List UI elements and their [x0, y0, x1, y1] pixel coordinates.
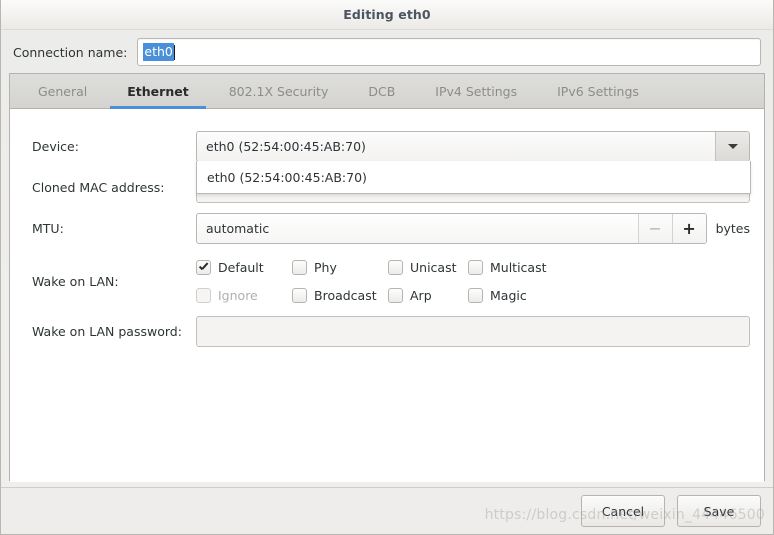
checkbox-default[interactable]: Default [196, 259, 292, 275]
checkbox-multicast[interactable]: Multicast [468, 259, 578, 275]
wol-password-input[interactable] [196, 316, 750, 347]
cancel-button[interactable]: Cancel [581, 495, 665, 527]
mtu-field: automatic − + bytes [196, 213, 750, 244]
checkbox-unicast[interactable]: Unicast [388, 259, 468, 275]
checkbox-unchecked-icon [388, 287, 403, 303]
checkbox-ignore: Ignore [196, 287, 292, 303]
checkbox-phy-label: Phy [314, 259, 337, 275]
mtu-decrement-button[interactable]: − [637, 214, 672, 243]
tab-ethernet[interactable]: Ethernet [107, 74, 208, 109]
wol-password-label: Wake on LAN password: [32, 324, 182, 339]
checkbox-default-label: Default [218, 259, 264, 275]
connection-name-row: Connection name: eth0 [1, 30, 773, 73]
title-bar: Editing eth0 [1, 0, 773, 30]
checkbox-unicast-label: Unicast [410, 259, 457, 275]
checkbox-unchecked-icon [292, 259, 307, 275]
wake-on-lan-label: Wake on LAN: [32, 273, 119, 289]
connection-name-label: Connection name: [13, 44, 128, 60]
mtu-increment-button[interactable]: + [671, 214, 706, 243]
wol-password-row: Wake on LAN password: [24, 316, 750, 347]
save-button[interactable]: Save [677, 495, 761, 527]
dialog-action-bar: Cancel Save [1, 487, 773, 534]
text-caret [173, 44, 175, 60]
tab-dcb[interactable]: DCB [348, 74, 415, 108]
connection-name-value: eth0 [143, 43, 174, 61]
settings-notebook: General Ethernet 802.1X Security DCB IPv… [9, 73, 765, 482]
device-row: Device: eth0 (52:54:00:45:AB:70) eth0 (5… [24, 131, 751, 194]
tab-bar: General Ethernet 802.1X Security DCB IPv… [10, 74, 764, 109]
checkbox-arp-label: Arp [410, 287, 432, 303]
checkbox-unchecked-icon [388, 259, 403, 275]
checkbox-broadcast[interactable]: Broadcast [292, 287, 388, 303]
checkbox-checked-icon [196, 259, 211, 275]
checkbox-multicast-label: Multicast [490, 259, 547, 275]
tab-general[interactable]: General [18, 74, 107, 108]
wake-on-lan-row: Wake on LAN: Default Phy Unicast Multica… [24, 256, 750, 306]
mtu-label: MTU: [32, 221, 64, 236]
wake-on-lan-row-2: Ignore Broadcast Arp Magic [196, 284, 750, 306]
checkbox-arp[interactable]: Arp [388, 287, 468, 303]
mtu-row: MTU: automatic − + bytes [24, 213, 750, 244]
device-combobox[interactable]: eth0 (52:54:00:45:AB:70) [196, 131, 750, 162]
device-label: Device: [32, 139, 79, 154]
ethernet-tab-page: Device: eth0 (52:54:00:45:AB:70) eth0 (5… [10, 109, 764, 482]
tab-8021x-security-label: 802.1X Security [228, 83, 329, 99]
checkbox-broadcast-label: Broadcast [314, 287, 377, 303]
tab-ipv4-settings[interactable]: IPv4 Settings [415, 74, 537, 108]
chevron-down-icon[interactable] [715, 132, 749, 161]
checkbox-magic-label: Magic [490, 287, 527, 303]
checkbox-unchecked-icon [468, 259, 483, 275]
mtu-spinbutton[interactable]: automatic − + [196, 213, 707, 244]
wake-on-lan-options: Default Phy Unicast Multicast Ignore Bro… [196, 256, 750, 306]
tab-general-label: General [38, 83, 88, 99]
window-title: Editing eth0 [343, 7, 431, 22]
checkbox-unchecked-icon [292, 287, 307, 303]
editing-connection-dialog: Editing eth0 Connection name: eth0 Gener… [0, 0, 774, 535]
checkbox-phy[interactable]: Phy [292, 259, 388, 275]
device-combobox-value: eth0 (52:54:00:45:AB:70) [206, 139, 366, 154]
checkbox-magic[interactable]: Magic [468, 287, 578, 303]
mtu-unit-label: bytes [715, 221, 750, 236]
wol-password-field [196, 316, 750, 347]
connection-name-input[interactable]: eth0 [137, 38, 761, 66]
tab-ipv4-settings-label: IPv4 Settings [435, 83, 518, 99]
device-dropdown-popup: eth0 (52:54:00:45:AB:70) [196, 161, 751, 194]
checkbox-unchecked-icon [468, 287, 483, 303]
tab-ipv6-settings-label: IPv6 Settings [557, 83, 639, 99]
tab-ethernet-label: Ethernet [127, 83, 189, 99]
device-dropdown-option[interactable]: eth0 (52:54:00:45:AB:70) [197, 161, 750, 193]
mtu-value: automatic [206, 221, 270, 236]
tab-ipv6-settings[interactable]: IPv6 Settings [537, 74, 659, 108]
checkbox-ignore-label: Ignore [218, 287, 258, 303]
device-field: eth0 (52:54:00:45:AB:70) eth0 (52:54:00:… [196, 131, 751, 194]
tab-dcb-label: DCB [368, 83, 396, 99]
wake-on-lan-row-1: Default Phy Unicast Multicast [196, 256, 750, 278]
checkbox-unchecked-disabled-icon [196, 287, 211, 303]
cloned-mac-label: Cloned MAC address: [32, 180, 165, 195]
tab-8021x-security[interactable]: 802.1X Security [209, 74, 349, 108]
